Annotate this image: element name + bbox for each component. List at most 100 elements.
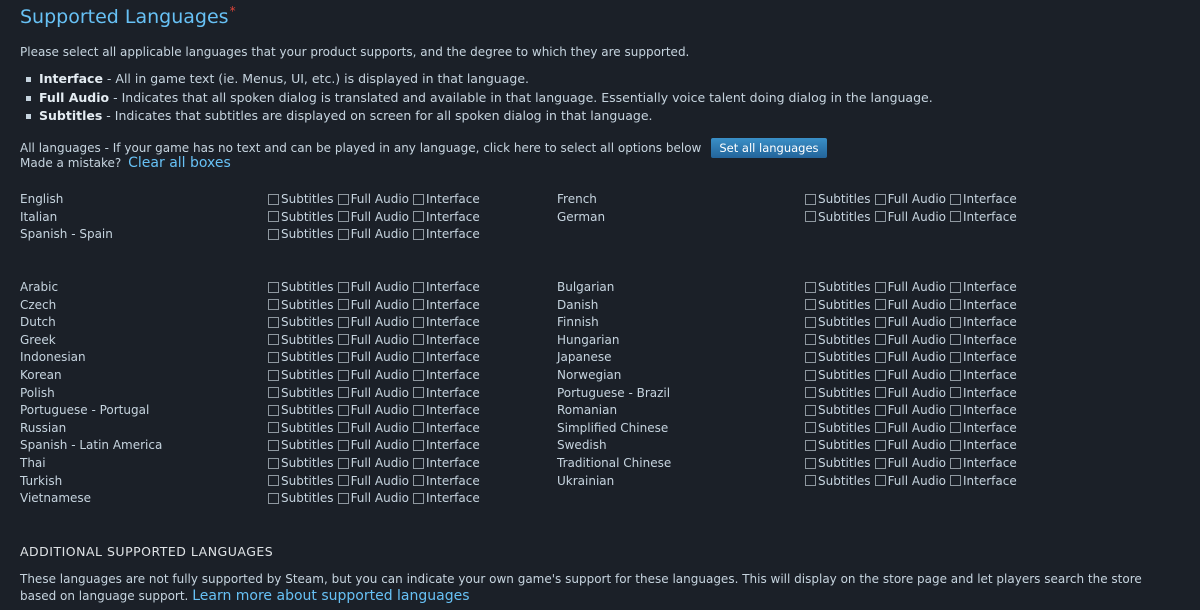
subtitles-option[interactable]: Subtitles bbox=[268, 456, 334, 470]
interface-checkbox[interactable] bbox=[413, 369, 425, 381]
interface-option[interactable]: Interface bbox=[413, 386, 480, 400]
interface-option[interactable]: Interface bbox=[950, 333, 1017, 347]
interface-option[interactable]: Interface bbox=[413, 368, 480, 382]
full-audio-option[interactable]: Full Audio bbox=[874, 280, 946, 294]
subtitles-option[interactable]: Subtitles bbox=[268, 280, 334, 294]
full-audio-option[interactable]: Full Audio bbox=[337, 368, 409, 382]
full-audio-option[interactable]: Full Audio bbox=[874, 403, 946, 417]
full-audio-checkbox[interactable] bbox=[337, 334, 349, 346]
full-audio-checkbox[interactable] bbox=[337, 475, 349, 487]
full-audio-option[interactable]: Full Audio bbox=[337, 210, 409, 224]
subtitles-checkbox[interactable] bbox=[268, 351, 279, 363]
full-audio-checkbox[interactable] bbox=[874, 211, 886, 223]
interface-option[interactable]: Interface bbox=[413, 298, 480, 312]
interface-checkbox[interactable] bbox=[413, 492, 425, 504]
full-audio-option[interactable]: Full Audio bbox=[874, 192, 946, 206]
interface-option[interactable]: Interface bbox=[413, 491, 480, 505]
subtitles-checkbox[interactable] bbox=[805, 281, 816, 293]
subtitles-option[interactable]: Subtitles bbox=[805, 456, 871, 470]
interface-checkbox[interactable] bbox=[413, 404, 425, 416]
interface-checkbox[interactable] bbox=[950, 211, 962, 223]
full-audio-option[interactable]: Full Audio bbox=[874, 368, 946, 382]
subtitles-checkbox[interactable] bbox=[268, 492, 279, 504]
full-audio-checkbox[interactable] bbox=[874, 281, 886, 293]
interface-checkbox[interactable] bbox=[950, 299, 962, 311]
full-audio-checkbox[interactable] bbox=[337, 439, 349, 451]
interface-option[interactable]: Interface bbox=[950, 280, 1017, 294]
interface-option[interactable]: Interface bbox=[950, 438, 1017, 452]
full-audio-option[interactable]: Full Audio bbox=[874, 333, 946, 347]
interface-checkbox[interactable] bbox=[413, 193, 425, 205]
full-audio-checkbox[interactable] bbox=[874, 387, 886, 399]
interface-checkbox[interactable] bbox=[413, 351, 425, 363]
subtitles-option[interactable]: Subtitles bbox=[805, 298, 871, 312]
full-audio-checkbox[interactable] bbox=[874, 351, 886, 363]
interface-checkbox[interactable] bbox=[950, 351, 962, 363]
interface-option[interactable]: Interface bbox=[413, 210, 480, 224]
interface-option[interactable]: Interface bbox=[413, 438, 480, 452]
subtitles-option[interactable]: Subtitles bbox=[268, 333, 334, 347]
interface-option[interactable]: Interface bbox=[950, 403, 1017, 417]
interface-checkbox[interactable] bbox=[413, 334, 425, 346]
subtitles-option[interactable]: Subtitles bbox=[805, 368, 871, 382]
interface-checkbox[interactable] bbox=[413, 475, 425, 487]
full-audio-checkbox[interactable] bbox=[874, 334, 886, 346]
interface-option[interactable]: Interface bbox=[950, 298, 1017, 312]
interface-option[interactable]: Interface bbox=[413, 227, 480, 241]
full-audio-checkbox[interactable] bbox=[337, 351, 349, 363]
subtitles-checkbox[interactable] bbox=[268, 475, 279, 487]
subtitles-option[interactable]: Subtitles bbox=[268, 315, 334, 329]
interface-checkbox[interactable] bbox=[413, 439, 425, 451]
full-audio-option[interactable]: Full Audio bbox=[337, 438, 409, 452]
subtitles-option[interactable]: Subtitles bbox=[805, 474, 871, 488]
interface-checkbox[interactable] bbox=[950, 457, 962, 469]
full-audio-option[interactable]: Full Audio bbox=[337, 227, 409, 241]
interface-checkbox[interactable] bbox=[950, 334, 962, 346]
interface-checkbox[interactable] bbox=[950, 193, 962, 205]
subtitles-checkbox[interactable] bbox=[268, 299, 279, 311]
interface-checkbox[interactable] bbox=[950, 404, 962, 416]
full-audio-option[interactable]: Full Audio bbox=[337, 386, 409, 400]
interface-option[interactable]: Interface bbox=[413, 333, 480, 347]
subtitles-option[interactable]: Subtitles bbox=[805, 210, 871, 224]
subtitles-option[interactable]: Subtitles bbox=[805, 280, 871, 294]
subtitles-checkbox[interactable] bbox=[805, 404, 816, 416]
subtitles-option[interactable]: Subtitles bbox=[805, 403, 871, 417]
full-audio-option[interactable]: Full Audio bbox=[874, 315, 946, 329]
subtitles-checkbox[interactable] bbox=[805, 457, 816, 469]
full-audio-checkbox[interactable] bbox=[337, 228, 349, 240]
full-audio-option[interactable]: Full Audio bbox=[874, 210, 946, 224]
full-audio-checkbox[interactable] bbox=[337, 193, 349, 205]
full-audio-option[interactable]: Full Audio bbox=[874, 456, 946, 470]
full-audio-option[interactable]: Full Audio bbox=[874, 474, 946, 488]
interface-checkbox[interactable] bbox=[950, 281, 962, 293]
full-audio-option[interactable]: Full Audio bbox=[337, 298, 409, 312]
full-audio-option[interactable]: Full Audio bbox=[337, 350, 409, 364]
full-audio-checkbox[interactable] bbox=[337, 211, 349, 223]
interface-option[interactable]: Interface bbox=[413, 192, 480, 206]
interface-option[interactable]: Interface bbox=[413, 456, 480, 470]
subtitles-checkbox[interactable] bbox=[805, 211, 816, 223]
subtitles-checkbox[interactable] bbox=[268, 422, 279, 434]
full-audio-checkbox[interactable] bbox=[337, 299, 349, 311]
full-audio-checkbox[interactable] bbox=[874, 475, 886, 487]
full-audio-option[interactable]: Full Audio bbox=[874, 298, 946, 312]
subtitles-option[interactable]: Subtitles bbox=[805, 192, 871, 206]
subtitles-option[interactable]: Subtitles bbox=[268, 386, 334, 400]
subtitles-checkbox[interactable] bbox=[805, 351, 816, 363]
subtitles-checkbox[interactable] bbox=[268, 387, 279, 399]
interface-checkbox[interactable] bbox=[950, 369, 962, 381]
interface-option[interactable]: Interface bbox=[413, 280, 480, 294]
interface-option[interactable]: Interface bbox=[950, 421, 1017, 435]
subtitles-checkbox[interactable] bbox=[805, 299, 816, 311]
full-audio-checkbox[interactable] bbox=[874, 369, 886, 381]
interface-checkbox[interactable] bbox=[950, 387, 962, 399]
interface-option[interactable]: Interface bbox=[413, 315, 480, 329]
subtitles-checkbox[interactable] bbox=[805, 369, 816, 381]
full-audio-option[interactable]: Full Audio bbox=[337, 315, 409, 329]
subtitles-checkbox[interactable] bbox=[268, 211, 279, 223]
full-audio-option[interactable]: Full Audio bbox=[337, 421, 409, 435]
interface-option[interactable]: Interface bbox=[950, 210, 1017, 224]
full-audio-checkbox[interactable] bbox=[874, 193, 886, 205]
learn-more-link[interactable]: Learn more about supported languages bbox=[192, 588, 469, 604]
